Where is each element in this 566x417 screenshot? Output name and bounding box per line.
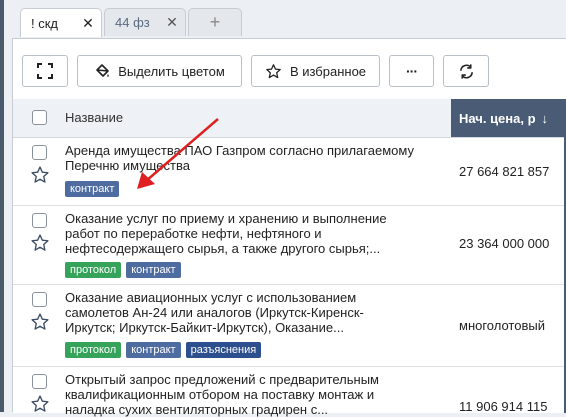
- badge-protocol[interactable]: протокол: [65, 262, 122, 278]
- title-line: Перечню имущества: [65, 158, 190, 173]
- title-line: самолетов Ан-24 или аналогов (Иркутск-Ки…: [65, 305, 364, 320]
- expand-icon: [37, 63, 53, 79]
- table-row[interactable]: Открытый запрос предложений с предварите…: [13, 367, 566, 417]
- main-panel: Выделить цветом В избранное ··· Название…: [12, 38, 566, 417]
- toolbar: Выделить цветом В избранное ···: [13, 39, 566, 101]
- expand-button[interactable]: [22, 55, 68, 87]
- badge-explanations[interactable]: разъяснения: [185, 342, 262, 358]
- star-icon[interactable]: [30, 312, 50, 332]
- window-left-edge: [0, 0, 4, 412]
- row-price: 27 664 821 857: [459, 164, 550, 179]
- select-all-checkbox[interactable]: [32, 110, 47, 125]
- more-button[interactable]: ···: [389, 55, 434, 87]
- refresh-icon: [459, 63, 473, 79]
- column-header-price-label: Нач. цена, р: [459, 110, 536, 126]
- badge-group: контракт: [65, 181, 120, 197]
- row-title[interactable]: Аренда имущества ПАО Газпром согласно пр…: [65, 143, 450, 173]
- title-line: работ по переработке нефти, нефтяного и: [65, 226, 322, 241]
- row-checkbox[interactable]: [32, 374, 47, 389]
- badge-protocol[interactable]: протокол: [65, 342, 122, 358]
- table-row[interactable]: Оказание услуг по приему и хранению и вы…: [13, 206, 566, 285]
- table-row[interactable]: Аренда имущества ПАО Газпром согласно пр…: [13, 138, 566, 206]
- column-header-name[interactable]: Название: [65, 110, 123, 125]
- row-checkbox[interactable]: [32, 213, 47, 228]
- badge-contract[interactable]: контракт: [65, 181, 120, 197]
- paint-bucket-icon: [96, 64, 110, 77]
- add-to-favorites-button[interactable]: В избранное: [251, 55, 380, 87]
- tab-label: 44 фз: [115, 15, 150, 30]
- star-icon: [266, 63, 281, 78]
- title-line: Открытый запрос предложений с предварите…: [65, 372, 379, 387]
- sort-down-icon: ↓: [541, 110, 549, 126]
- row-title[interactable]: Открытый запрос предложений с предварите…: [65, 372, 450, 417]
- title-line: Иркутск; Иркутск-Байкит-Иркутск), Оказан…: [65, 320, 344, 335]
- row-title[interactable]: Оказание услуг по приему и хранению и вы…: [65, 211, 450, 256]
- close-icon[interactable]: ✕: [79, 15, 97, 32]
- highlight-color-label: Выделить цветом: [118, 63, 225, 79]
- tab-bar: ! скд ✕ 44 фз ✕ +: [4, 0, 566, 40]
- column-header-price[interactable]: Нач. цена, р ↓: [451, 99, 566, 137]
- add-to-favorites-label: В избранное: [289, 63, 367, 79]
- highlight-color-button[interactable]: Выделить цветом: [77, 55, 242, 87]
- badge-contract[interactable]: контракт: [126, 262, 181, 278]
- title-line: Аренда имущества ПАО Газпром согласно пр…: [65, 143, 414, 158]
- title-line: квалификационным отбором на поставку мон…: [65, 387, 375, 402]
- title-line: наладка сухих вентиляторных градирен с..…: [65, 402, 329, 417]
- tab-label: ! скд: [31, 15, 58, 31]
- star-icon[interactable]: [30, 233, 50, 253]
- close-icon[interactable]: ✕: [163, 14, 181, 31]
- more-icon: ···: [406, 63, 418, 79]
- title-line: нефтесодержащего сырья, а также другого …: [65, 241, 381, 256]
- title-line: Оказание услуг по приему и хранению и вы…: [65, 211, 387, 226]
- table-row[interactable]: Оказание авиационных услуг с использован…: [13, 285, 566, 367]
- row-checkbox[interactable]: [32, 292, 47, 307]
- row-checkbox[interactable]: [32, 145, 47, 160]
- badge-group: протокол контракт разъяснения: [65, 342, 262, 358]
- tab-44fz[interactable]: 44 фз ✕: [104, 8, 186, 36]
- star-icon[interactable]: [30, 165, 50, 185]
- badge-group: протокол контракт: [65, 262, 181, 278]
- refresh-button[interactable]: [443, 55, 489, 87]
- add-tab-button[interactable]: +: [188, 8, 242, 36]
- table-header: Название Нач. цена, р ↓: [13, 99, 566, 138]
- badge-contract[interactable]: контракт: [126, 342, 181, 358]
- title-line: Оказание авиационных услуг с использован…: [65, 290, 357, 305]
- star-icon[interactable]: [30, 394, 50, 414]
- row-price: многолотовый: [459, 318, 545, 333]
- row-price: 23 364 000 000: [459, 236, 550, 251]
- plus-icon: +: [209, 12, 221, 32]
- tab-skd[interactable]: ! скд ✕: [20, 8, 102, 37]
- row-title[interactable]: Оказание авиационных услуг с использован…: [65, 290, 450, 335]
